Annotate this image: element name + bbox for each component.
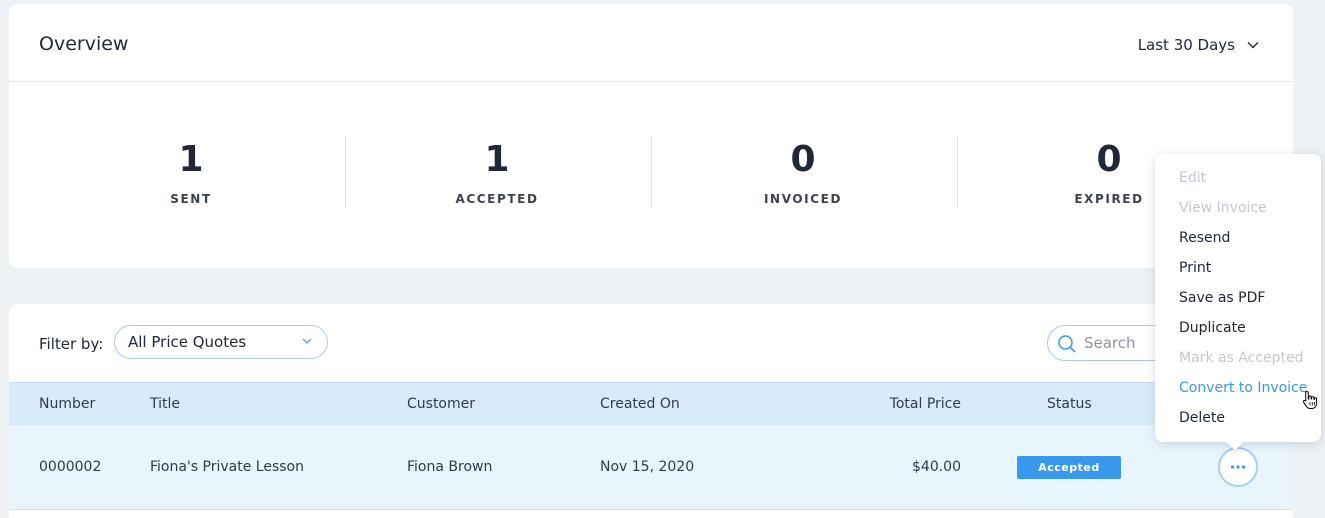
date-range-label: Last 30 Days [1137,36,1235,54]
overview-card: Overview Last 30 Days 1 SENT 1 ACCEPTED … [9,4,1293,268]
menu-item-mark-as-accepted: Mark as Accepted [1179,350,1304,366]
chevron-down-icon [1247,42,1259,49]
chevron-down-icon [302,338,312,344]
menu-item-print[interactable]: Print [1179,258,1211,278]
menu-item-edit: Edit [1179,170,1207,186]
row-number: 0000002 [39,459,102,475]
stat-label: INVOICED [763,192,842,206]
column-header-number[interactable]: Number [39,383,95,425]
table-header: Number Title Customer Created On Total P… [9,382,1293,425]
search-placeholder: Search [1084,334,1136,352]
stat-value: 1 [178,139,204,180]
quotes-table-card: Filter by: All Price Quotes Search Numbe… [9,304,1293,518]
stat-invoiced: 0 INVOICED [650,136,956,208]
column-header-title[interactable]: Title [150,383,180,425]
filter-dropdown[interactable]: All Price Quotes [114,325,328,359]
search-icon [1058,335,1076,353]
date-range-dropdown[interactable]: Last 30 Days [1138,36,1259,54]
more-dots-icon [1230,465,1246,469]
column-header-customer[interactable]: Customer [407,383,475,425]
stat-label: SENT [170,192,212,206]
filter-label: Filter by: [39,335,104,353]
row-created-on: Nov 15, 2020 [600,459,695,475]
menu-item-duplicate[interactable]: Duplicate [1179,318,1246,338]
menu-item-view-invoice: View Invoice [1179,200,1267,216]
row-title: Fiona's Private Lesson [150,459,304,475]
stat-accepted: 1 ACCEPTED [344,136,650,208]
overview-title: Overview [39,33,129,55]
menu-item-resend[interactable]: Resend [1179,228,1230,248]
actions-menu: Edit View Invoice Resend Print Save as P… [1155,154,1321,451]
stat-value: 0 [790,139,816,180]
menu-item-save-as-pdf[interactable]: Save as PDF [1179,288,1265,308]
column-header-created-on[interactable]: Created On [600,383,680,425]
column-header-status[interactable]: Status [1047,383,1092,425]
row-customer: Fiona Brown [407,459,493,475]
stat-value: 1 [484,139,510,180]
stat-label: ACCEPTED [455,192,539,206]
menu-item-delete[interactable]: Delete [1179,408,1225,428]
stat-sent: 1 SENT [38,136,344,208]
column-header-total-price[interactable]: Total Price [809,383,961,425]
filter-selected-value: All Price Quotes [128,333,247,351]
hand-cursor-icon [1302,390,1318,409]
overview-divider [9,81,1293,82]
table-row[interactable]: 0000002 Fiona's Private Lesson Fiona Bro… [9,425,1293,510]
more-actions-button[interactable] [1218,447,1258,487]
menu-item-convert-to-invoice[interactable]: Convert to Invoice [1179,378,1307,398]
row-total-price: $40.00 [912,459,961,475]
status-badge: Accepted [1017,455,1121,479]
